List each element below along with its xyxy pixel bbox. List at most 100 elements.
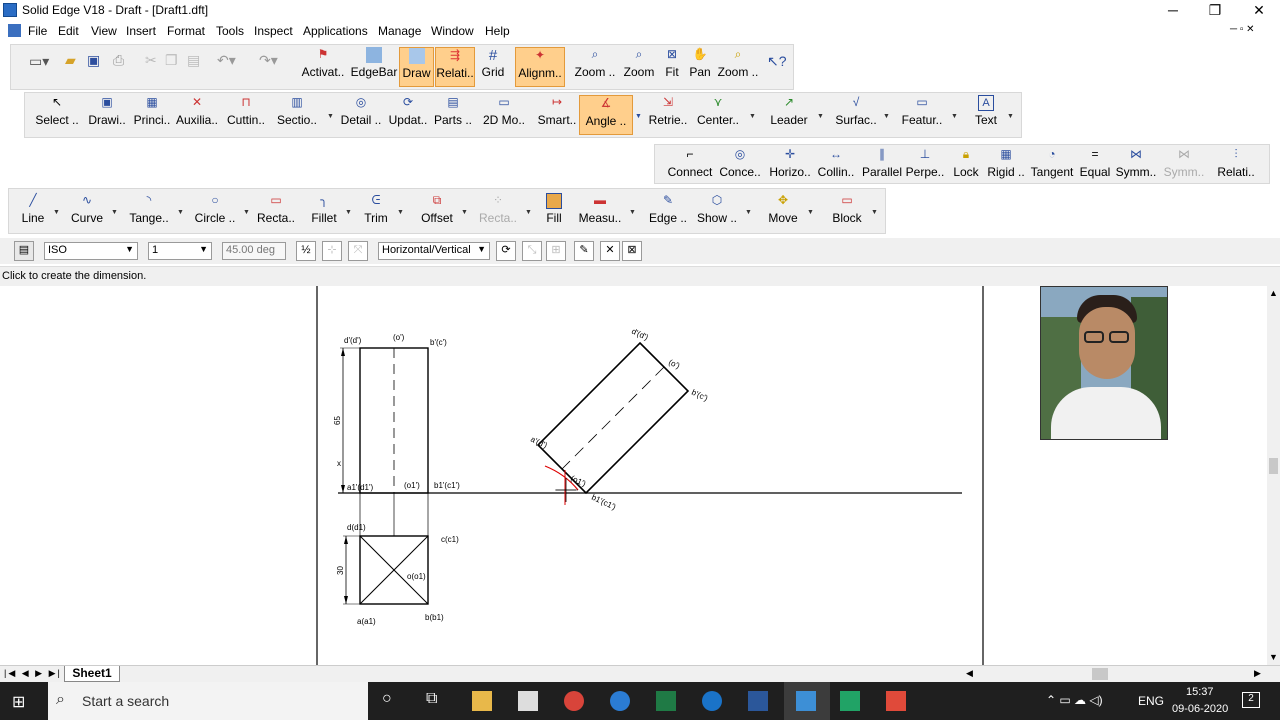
store-icon[interactable]: [518, 691, 538, 711]
clock-time[interactable]: 15:37: [1186, 686, 1214, 698]
activate-button[interactable]: ⚑ Activat..: [301, 47, 345, 87]
fillet-button[interactable]: ╮ Fillet: [307, 193, 341, 233]
collinear-button[interactable]: ↔ Collin..: [815, 147, 857, 183]
camtasia-icon[interactable]: [840, 691, 860, 711]
connect-button[interactable]: ⌐ Connect: [667, 147, 713, 183]
leader-button[interactable]: ↗ Leader: [767, 95, 811, 135]
draw-toolbar-button[interactable]: Draw: [399, 47, 434, 87]
zoom-dynamic-button[interactable]: ⌕ Zoom ..: [715, 47, 761, 87]
circle-button[interactable]: ○ Circle ..: [193, 193, 237, 233]
fill-button[interactable]: Fill: [543, 193, 565, 233]
edge-painter-button[interactable]: ✎ Edge ..: [647, 193, 689, 233]
text-button[interactable]: A Text: [969, 95, 1003, 135]
notifications-icon[interactable]: 2: [1242, 692, 1260, 708]
line-button[interactable]: ╱ Line: [15, 193, 51, 233]
menu-file[interactable]: File: [28, 24, 47, 38]
menu-applications[interactable]: Applications: [303, 24, 368, 38]
close-button[interactable]: ✕: [1236, 0, 1280, 22]
cut-icon[interactable]: ✂: [145, 52, 157, 69]
2d-model-button[interactable]: ▭ 2D Mo..: [481, 95, 527, 135]
options-icon[interactable]: ▤: [14, 241, 34, 261]
relationships-toolbar-button[interactable]: ⇶ Relati..: [435, 47, 475, 87]
scroll-right-icon[interactable]: ▶: [1254, 668, 1261, 679]
parallel-button[interactable]: ∥ Parallel: [861, 147, 903, 183]
orientation-select[interactable]: Horizontal/Vertical ▼: [378, 242, 490, 260]
zoom-button[interactable]: ⌕ Zoom: [621, 47, 657, 87]
menu-insert[interactable]: Insert: [126, 24, 156, 38]
symmetry-axis-button[interactable]: ⋈ Symm..: [1163, 147, 1205, 183]
taskbar-search[interactable]: ⌕ Start a search: [48, 682, 368, 720]
equal-button[interactable]: = Equal: [1079, 147, 1111, 183]
tangent-button[interactable]: ◔ Tangent: [1029, 147, 1075, 183]
rigid-set-button[interactable]: ▦ Rigid ..: [985, 147, 1027, 183]
show-hide-button[interactable]: ⬡ Show ..: [695, 193, 739, 233]
fit-button[interactable]: ⊠ Fit: [659, 47, 685, 87]
restore-button[interactable]: ❐: [1192, 0, 1238, 22]
scroll-left-icon[interactable]: ◀: [966, 668, 973, 679]
help-icon[interactable]: ↖?: [767, 53, 787, 70]
edge-icon[interactable]: [702, 691, 722, 711]
mdi-controls[interactable]: ─ ▫ ✕: [1230, 24, 1255, 35]
move-button[interactable]: ✥ Move: [765, 193, 801, 233]
offset-button[interactable]: ⧉ Offset: [419, 193, 455, 233]
detail-view-button[interactable]: ◎ Detail ..: [339, 95, 383, 135]
menu-view[interactable]: View: [91, 24, 117, 38]
start-icon[interactable]: ⊞: [12, 692, 25, 712]
parts-list-button[interactable]: ▤ Parts ..: [433, 95, 473, 135]
copy-icon[interactable]: ❐: [165, 52, 178, 69]
block-button[interactable]: ▭ Block: [827, 193, 867, 233]
drawing-sheet[interactable]: d'(d') (o') b'(c') 65 x a1'(d1') (o1') b…: [0, 286, 1267, 666]
angle-dimension-button[interactable]: ∡ Angle ..: [579, 95, 633, 135]
clock-date[interactable]: 09-06-2020: [1172, 703, 1228, 715]
menu-edit[interactable]: Edit: [58, 24, 79, 38]
chain-icon[interactable]: ⊞: [546, 241, 566, 261]
curve-button[interactable]: ∿ Curve: [67, 193, 107, 233]
menu-manage[interactable]: Manage: [378, 24, 421, 38]
dimension-prefix-icon[interactable]: ½: [296, 241, 316, 261]
print-icon[interactable]: ⎙: [113, 52, 124, 69]
perpendicular-button[interactable]: ⊥ Perpe..: [905, 147, 945, 183]
dimension-icon[interactable]: ⤡: [522, 241, 542, 261]
update-views-button[interactable]: ⟳ Updat..: [387, 95, 429, 135]
drawing-view-button[interactable]: ▣ Drawi..: [87, 95, 127, 135]
save-icon[interactable]: ▣: [87, 52, 100, 69]
delete-icon[interactable]: ⊠: [622, 241, 642, 261]
sheet-nav-buttons[interactable]: |◀ ◀ ▶ ▶|: [4, 668, 62, 679]
cutting-plane-button[interactable]: ⊓ Cuttin..: [223, 95, 269, 135]
tray-icons[interactable]: ⌃ ▭ ☁ ◁): [1046, 693, 1103, 707]
minimize-button[interactable]: ─: [1150, 0, 1196, 22]
cortana-icon[interactable]: ○: [382, 690, 392, 708]
trim-button[interactable]: ᕮ Trim: [361, 193, 391, 233]
relationship-handles-button[interactable]: ⫶ Relati..: [1215, 147, 1257, 183]
ie-icon[interactable]: [610, 691, 630, 711]
undo-icon[interactable]: ↶▾: [217, 52, 236, 69]
feature-control-frame-button[interactable]: ▭ Featur..: [899, 95, 945, 135]
open-icon[interactable]: ▰: [65, 52, 76, 69]
principal-view-button[interactable]: ▦ Princi..: [131, 95, 173, 135]
auxiliary-view-button[interactable]: ✕ Auxilia..: [175, 95, 219, 135]
paste-icon[interactable]: ▤: [187, 52, 200, 69]
vertical-scrollbar[interactable]: ▲ ▼: [1267, 286, 1280, 666]
menu-help[interactable]: Help: [485, 24, 510, 38]
horizontal-vertical-button[interactable]: ✛ Horizo..: [767, 147, 813, 183]
word-icon[interactable]: [748, 691, 768, 711]
recorder-icon[interactable]: [886, 691, 906, 711]
tangent-arc-button[interactable]: ◝ Tange..: [127, 193, 171, 233]
dimension-axis-icon[interactable]: ⊹: [322, 241, 342, 261]
horizontal-scroll-thumb[interactable]: [1092, 668, 1108, 680]
file-explorer-icon[interactable]: [472, 691, 492, 711]
language-indicator[interactable]: ENG: [1138, 694, 1164, 708]
measure-button[interactable]: ▬ Measu..: [577, 193, 623, 233]
properties-icon[interactable]: ✎: [574, 241, 594, 261]
zoom-area-button[interactable]: ⌕ Zoom ..: [573, 47, 617, 87]
by-two-points-icon[interactable]: ⤧: [348, 241, 368, 261]
refresh-icon[interactable]: ⟳: [496, 241, 516, 261]
step-value-select[interactable]: 1 ▼: [148, 242, 212, 260]
excel-icon[interactable]: [656, 691, 676, 711]
retrieve-dimensions-button[interactable]: ⇲ Retrie..: [647, 95, 689, 135]
rectangular-pattern-button[interactable]: ⁘ Recta..: [479, 193, 517, 233]
symmetric-button[interactable]: ⋈ Symm..: [1115, 147, 1157, 183]
alignment-toolbar-button[interactable]: ✦ Alignm..: [515, 47, 565, 87]
smart-dimension-button[interactable]: ↦ Smart..: [535, 95, 579, 135]
new-icon[interactable]: ▭▾: [29, 53, 49, 70]
